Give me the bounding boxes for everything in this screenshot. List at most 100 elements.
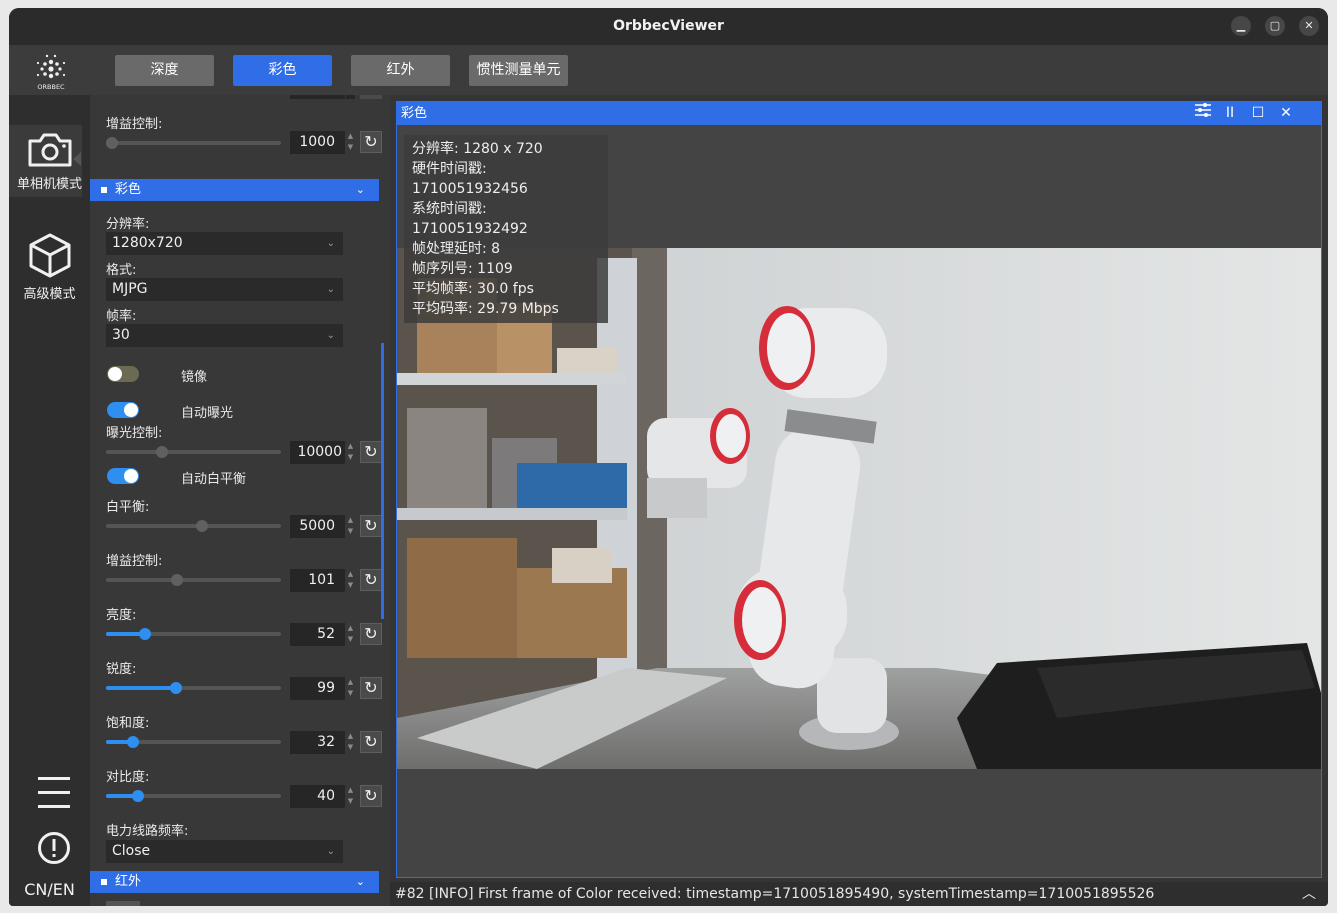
tab-infrared[interactable]: 红外 bbox=[351, 55, 450, 86]
brightness-slider[interactable] bbox=[106, 628, 281, 640]
clipped-spinbox bbox=[290, 95, 345, 99]
title-bar: OrbbecViewer ▁ ▢ ✕ bbox=[9, 8, 1328, 45]
power-freq-label: 电力线路频率: bbox=[106, 824, 189, 839]
saturation-slider[interactable] bbox=[106, 736, 281, 748]
exposure-label: 曝光控制: bbox=[106, 426, 163, 441]
sharpness-arrows[interactable]: ▲ ▼ bbox=[346, 677, 355, 700]
gain-reset-button[interactable]: ↻ bbox=[360, 569, 382, 591]
info-resolution: 分辨率: 1280 x 720 bbox=[412, 141, 543, 157]
pause-icon[interactable]: II bbox=[1219, 102, 1241, 125]
auto-exposure-label: 自动曝光 bbox=[181, 406, 234, 421]
saturation-arrows[interactable]: ▲ ▼ bbox=[346, 731, 355, 754]
info-hw-timestamp: 硬件时间戳: 1710051932456 bbox=[412, 161, 528, 197]
format-select[interactable]: MJPG ⌄ bbox=[106, 278, 343, 301]
single-camera-label: 单相机模式 bbox=[16, 177, 82, 192]
ir-section-header[interactable]: 红外 ⌄ bbox=[90, 871, 379, 893]
status-bar: #82 [INFO] First frame of Color received… bbox=[390, 882, 1328, 906]
gain-top-spinbox[interactable]: 1000 bbox=[290, 131, 345, 154]
minimize-icon[interactable]: ▁ bbox=[1231, 16, 1251, 36]
fps-select[interactable]: 30 ⌄ bbox=[106, 324, 343, 347]
tab-depth[interactable]: 深度 bbox=[115, 55, 214, 86]
exposure-arrows[interactable]: ▲ ▼ bbox=[346, 441, 355, 464]
window-title: OrbbecViewer bbox=[613, 18, 724, 34]
advanced-label: 高级模式 bbox=[23, 287, 76, 302]
info-frame-index: 帧序列号: 1109 bbox=[412, 261, 513, 277]
settings-sliders-icon[interactable] bbox=[1192, 102, 1214, 125]
contrast-reset-button[interactable]: ↻ bbox=[360, 785, 382, 807]
white-balance-arrows[interactable]: ▲ ▼ bbox=[346, 515, 355, 538]
gain-label: 增益控制: bbox=[106, 554, 163, 569]
close-icon[interactable]: ✕ bbox=[1299, 16, 1319, 36]
contrast-arrows[interactable]: ▲ ▼ bbox=[346, 785, 355, 808]
gain-top-reset-button[interactable]: ↻ bbox=[360, 131, 382, 153]
gain-slider[interactable] bbox=[106, 574, 281, 586]
brightness-arrows[interactable]: ▲ ▼ bbox=[346, 623, 355, 646]
contrast-slider[interactable] bbox=[106, 790, 281, 802]
language-toggle[interactable]: CN/EN bbox=[9, 880, 90, 899]
stream-info-overlay: 分辨率: 1280 x 720 硬件时间戳: 1710051932456 系统时… bbox=[404, 135, 608, 323]
app-window: OrbbecViewer ▁ ▢ ✕ ORBBEC 深度 彩色 红外 惯性测量单… bbox=[9, 8, 1328, 906]
contrast-spinbox[interactable]: 40 bbox=[290, 785, 345, 808]
info-sys-timestamp: 系统时间戳: 1710051932492 bbox=[412, 201, 528, 237]
clipped-reset bbox=[360, 95, 382, 99]
close-view-icon[interactable]: ✕ bbox=[1275, 102, 1297, 125]
mirror-toggle[interactable] bbox=[107, 366, 139, 382]
left-nav: 单相机模式 高级模式 CN/EN bbox=[9, 95, 90, 906]
auto-wb-toggle[interactable] bbox=[107, 468, 139, 484]
tab-color[interactable]: 彩色 bbox=[233, 55, 332, 86]
exposure-slider[interactable] bbox=[106, 446, 281, 458]
gain-spinbox[interactable]: 101 bbox=[290, 569, 345, 592]
single-camera-mode[interactable]: 单相机模式 bbox=[9, 131, 90, 192]
sharpness-reset-button[interactable]: ↻ bbox=[360, 677, 382, 699]
maximize-view-icon[interactable]: ☐ bbox=[1247, 102, 1269, 125]
color-section-header[interactable]: 彩色 ⌄ bbox=[90, 179, 379, 201]
color-stream-view: 彩色 II ☐ ✕ 分辨率: 1280 x 720 硬件时间戳: 1710051… bbox=[396, 101, 1322, 878]
format-label: 格式: bbox=[106, 263, 137, 278]
clipped-next-label bbox=[106, 898, 146, 906]
chevron-down-icon: ⌄ bbox=[355, 183, 365, 196]
info-avg-bitrate: 平均码率: 29.79 Mbps bbox=[412, 301, 559, 317]
gain-top-label: 增益控制: bbox=[106, 117, 163, 132]
sharpness-spinbox[interactable]: 99 bbox=[290, 677, 345, 700]
menu-icon[interactable] bbox=[38, 775, 70, 809]
saturation-reset-button[interactable]: ↻ bbox=[360, 731, 382, 753]
chevron-up-icon[interactable]: ︿ bbox=[1302, 882, 1316, 906]
cube-icon bbox=[29, 233, 70, 278]
chevron-down-icon: ⌄ bbox=[355, 875, 365, 888]
info-avg-fps: 平均帧率: 30.0 fps bbox=[412, 281, 534, 297]
white-balance-spinbox[interactable]: 5000 bbox=[290, 515, 345, 538]
advanced-mode[interactable]: 高级模式 bbox=[9, 231, 90, 302]
panel-scrollbar[interactable] bbox=[381, 343, 384, 619]
orbbec-logo: ORBBEC bbox=[29, 48, 73, 92]
control-panel: 增益控制: 1000 ▲ ▼ ↻ 彩色 ⌄ 分辨率: 1280x720 ⌄ 格式: M… bbox=[90, 95, 390, 906]
info-icon[interactable] bbox=[37, 831, 71, 865]
exposure-spinbox[interactable]: 10000 bbox=[290, 441, 345, 464]
white-balance-reset-button[interactable]: ↻ bbox=[360, 515, 382, 537]
sharpness-slider[interactable] bbox=[106, 682, 281, 694]
brightness-reset-button[interactable]: ↻ bbox=[360, 623, 382, 645]
power-freq-select[interactable]: Close ⌄ bbox=[106, 840, 343, 863]
exposure-reset-button[interactable]: ↻ bbox=[360, 441, 382, 463]
gain-top-arrows[interactable]: ▲ ▼ bbox=[346, 131, 355, 154]
status-log-text: #82 [INFO] First frame of Color received… bbox=[395, 886, 1155, 902]
saturation-label: 饱和度: bbox=[106, 716, 150, 731]
svg-text:ORBBEC: ORBBEC bbox=[37, 83, 65, 91]
maximize-icon[interactable]: ▢ bbox=[1265, 16, 1285, 36]
white-balance-slider[interactable] bbox=[106, 520, 281, 532]
resolution-select[interactable]: 1280x720 ⌄ bbox=[106, 232, 343, 255]
contrast-label: 对比度: bbox=[106, 770, 150, 785]
gain-top-slider[interactable] bbox=[106, 137, 281, 149]
camera-icon bbox=[28, 133, 71, 167]
white-balance-label: 白平衡: bbox=[106, 500, 150, 515]
tab-imu[interactable]: 惯性测量单元 bbox=[469, 55, 568, 86]
info-latency: 帧处理延时: 8 bbox=[412, 241, 501, 257]
gain-arrows[interactable]: ▲ ▼ bbox=[346, 569, 355, 592]
brightness-label: 亮度: bbox=[106, 608, 137, 623]
mirror-label: 镜像 bbox=[181, 370, 208, 385]
auto-exposure-toggle[interactable] bbox=[107, 402, 139, 418]
auto-wb-label: 自动白平衡 bbox=[181, 472, 247, 487]
fps-label: 帧率: bbox=[106, 309, 137, 324]
brightness-spinbox[interactable]: 52 bbox=[290, 623, 345, 646]
view-title: 彩色 bbox=[401, 106, 428, 121]
saturation-spinbox[interactable]: 32 bbox=[290, 731, 345, 754]
